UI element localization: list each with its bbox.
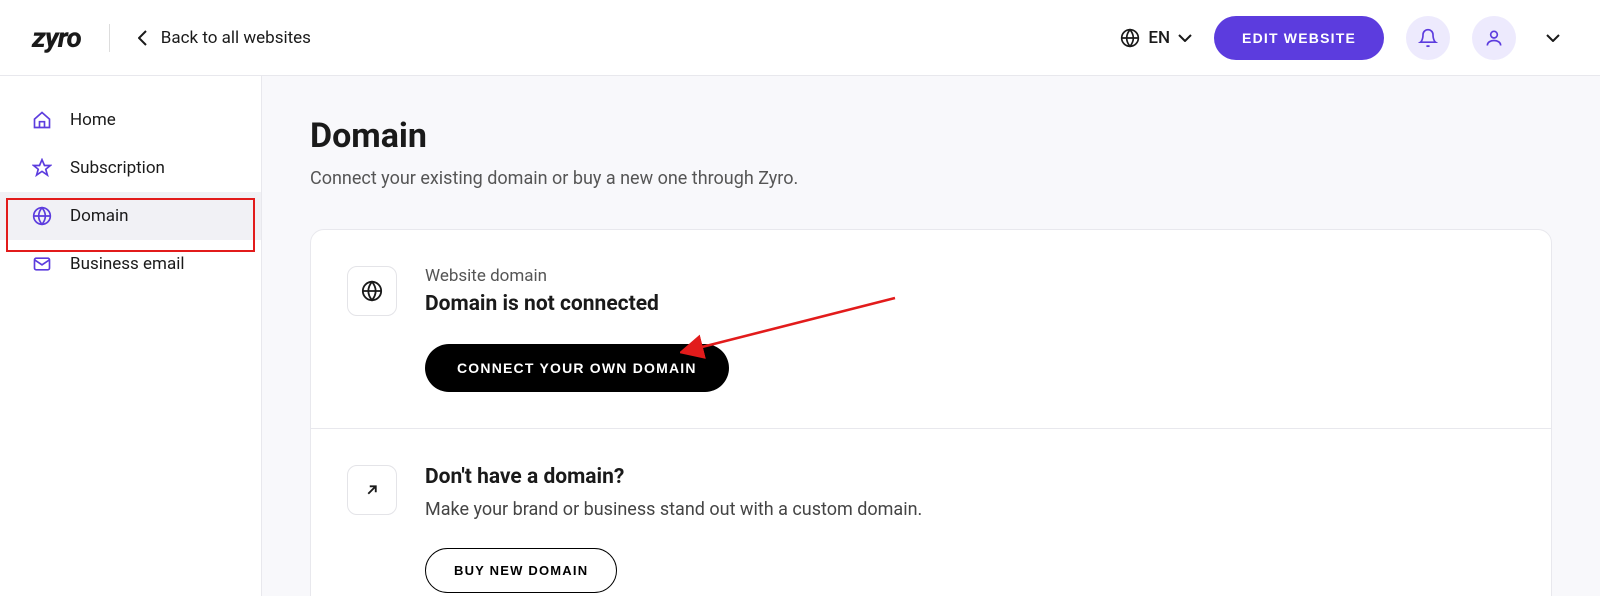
main-layout: Home Subscription Domain Business email … [0,76,1600,596]
sidebar-item-label: Domain [70,206,129,226]
globe-icon [32,206,52,226]
logo: zyro [32,21,81,54]
domain-status: Domain is not connected [425,292,729,316]
buy-domain-button[interactable]: BUY NEW DOMAIN [425,548,617,593]
app-header: zyro Back to all websites EN EDIT WEBSIT… [0,0,1600,76]
buy-description: Make your brand or business stand out wi… [425,499,922,520]
arrow-upright-icon [363,481,381,499]
domain-cards: Website domain Domain is not connected C… [310,229,1552,596]
chevron-left-icon [138,30,147,46]
chevron-down-icon [1546,34,1560,42]
sidebar-item-business-email[interactable]: Business email [0,240,261,288]
globe-icon [361,280,383,302]
account-button[interactable] [1472,16,1516,60]
globe-icon [1120,28,1140,48]
edit-website-button[interactable]: EDIT WEBSITE [1214,16,1384,60]
lang-code: EN [1148,28,1170,48]
sidebar-item-label: Home [70,110,116,130]
main-content: Domain Connect your existing domain or b… [262,76,1600,596]
notifications-button[interactable] [1406,16,1450,60]
sidebar-item-label: Business email [70,254,184,274]
buy-domain-card: Don't have a domain? Make your brand or … [311,428,1551,596]
language-picker[interactable]: EN [1120,28,1192,48]
card-icon-box [347,266,397,316]
sidebar-item-label: Subscription [70,158,165,178]
header-actions: EN EDIT WEBSITE [1120,16,1568,60]
user-icon [1484,28,1504,48]
home-icon [32,110,52,130]
sidebar: Home Subscription Domain Business email [0,76,262,596]
divider [109,24,110,52]
buy-heading: Don't have a domain? [425,465,922,489]
account-menu-toggle[interactable] [1538,16,1568,60]
card-label: Website domain [425,266,729,286]
card-body: Website domain Domain is not connected C… [425,266,729,392]
page-title: Domain [310,116,1552,156]
back-to-websites-link[interactable]: Back to all websites [138,28,311,48]
card-body: Don't have a domain? Make your brand or … [425,465,922,593]
chevron-down-icon [1178,34,1192,42]
back-label: Back to all websites [161,28,311,48]
connect-domain-button[interactable]: CONNECT YOUR OWN DOMAIN [425,344,729,392]
card-icon-box [347,465,397,515]
website-domain-card: Website domain Domain is not connected C… [311,230,1551,428]
sidebar-item-domain[interactable]: Domain [0,192,261,240]
page-subtitle: Connect your existing domain or buy a ne… [310,168,1552,189]
sidebar-item-home[interactable]: Home [0,96,261,144]
mail-icon [32,254,52,274]
star-icon [32,158,52,178]
bell-icon [1418,28,1438,48]
sidebar-item-subscription[interactable]: Subscription [0,144,261,192]
